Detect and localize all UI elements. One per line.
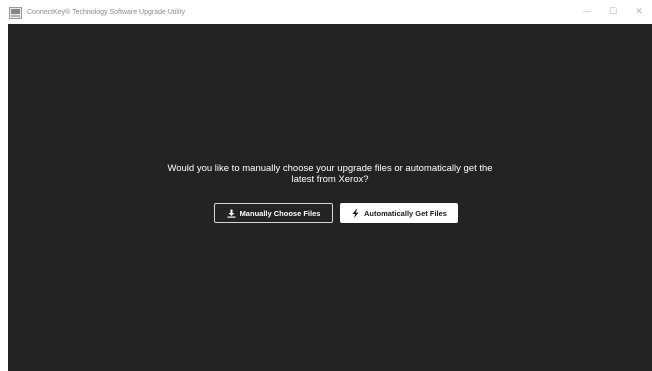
window-controls: — ☐ ✕ (574, 0, 652, 24)
prompt-line-2: latest from Xerox? (291, 174, 369, 185)
maximize-button[interactable]: ☐ (600, 0, 626, 24)
window-title: ConnectKey® Technology Software Upgrade … (27, 8, 185, 16)
close-button[interactable]: ✕ (626, 0, 652, 24)
automatically-get-files-label: Automatically Get Files (364, 208, 447, 218)
automatically-get-files-button[interactable]: Automatically Get Files (340, 203, 458, 223)
download-icon (227, 209, 236, 218)
action-buttons: Manually Choose Files Automatically Get … (214, 203, 458, 223)
main-content: Would you like to manually choose your u… (8, 24, 652, 371)
prompt-line-1: Would you like to manually choose your u… (167, 163, 493, 174)
title-bar[interactable]: ConnectKey® Technology Software Upgrade … (0, 0, 652, 24)
minimize-button[interactable]: — (574, 0, 600, 24)
app-window: ConnectKey® Technology Software Upgrade … (0, 0, 652, 371)
upgrade-prompt: Would you like to manually choose your u… (8, 163, 652, 185)
app-icon (9, 6, 22, 19)
manually-choose-files-button[interactable]: Manually Choose Files (214, 203, 333, 223)
manually-choose-files-label: Manually Choose Files (239, 208, 321, 218)
lightning-bolt-icon (351, 208, 360, 218)
